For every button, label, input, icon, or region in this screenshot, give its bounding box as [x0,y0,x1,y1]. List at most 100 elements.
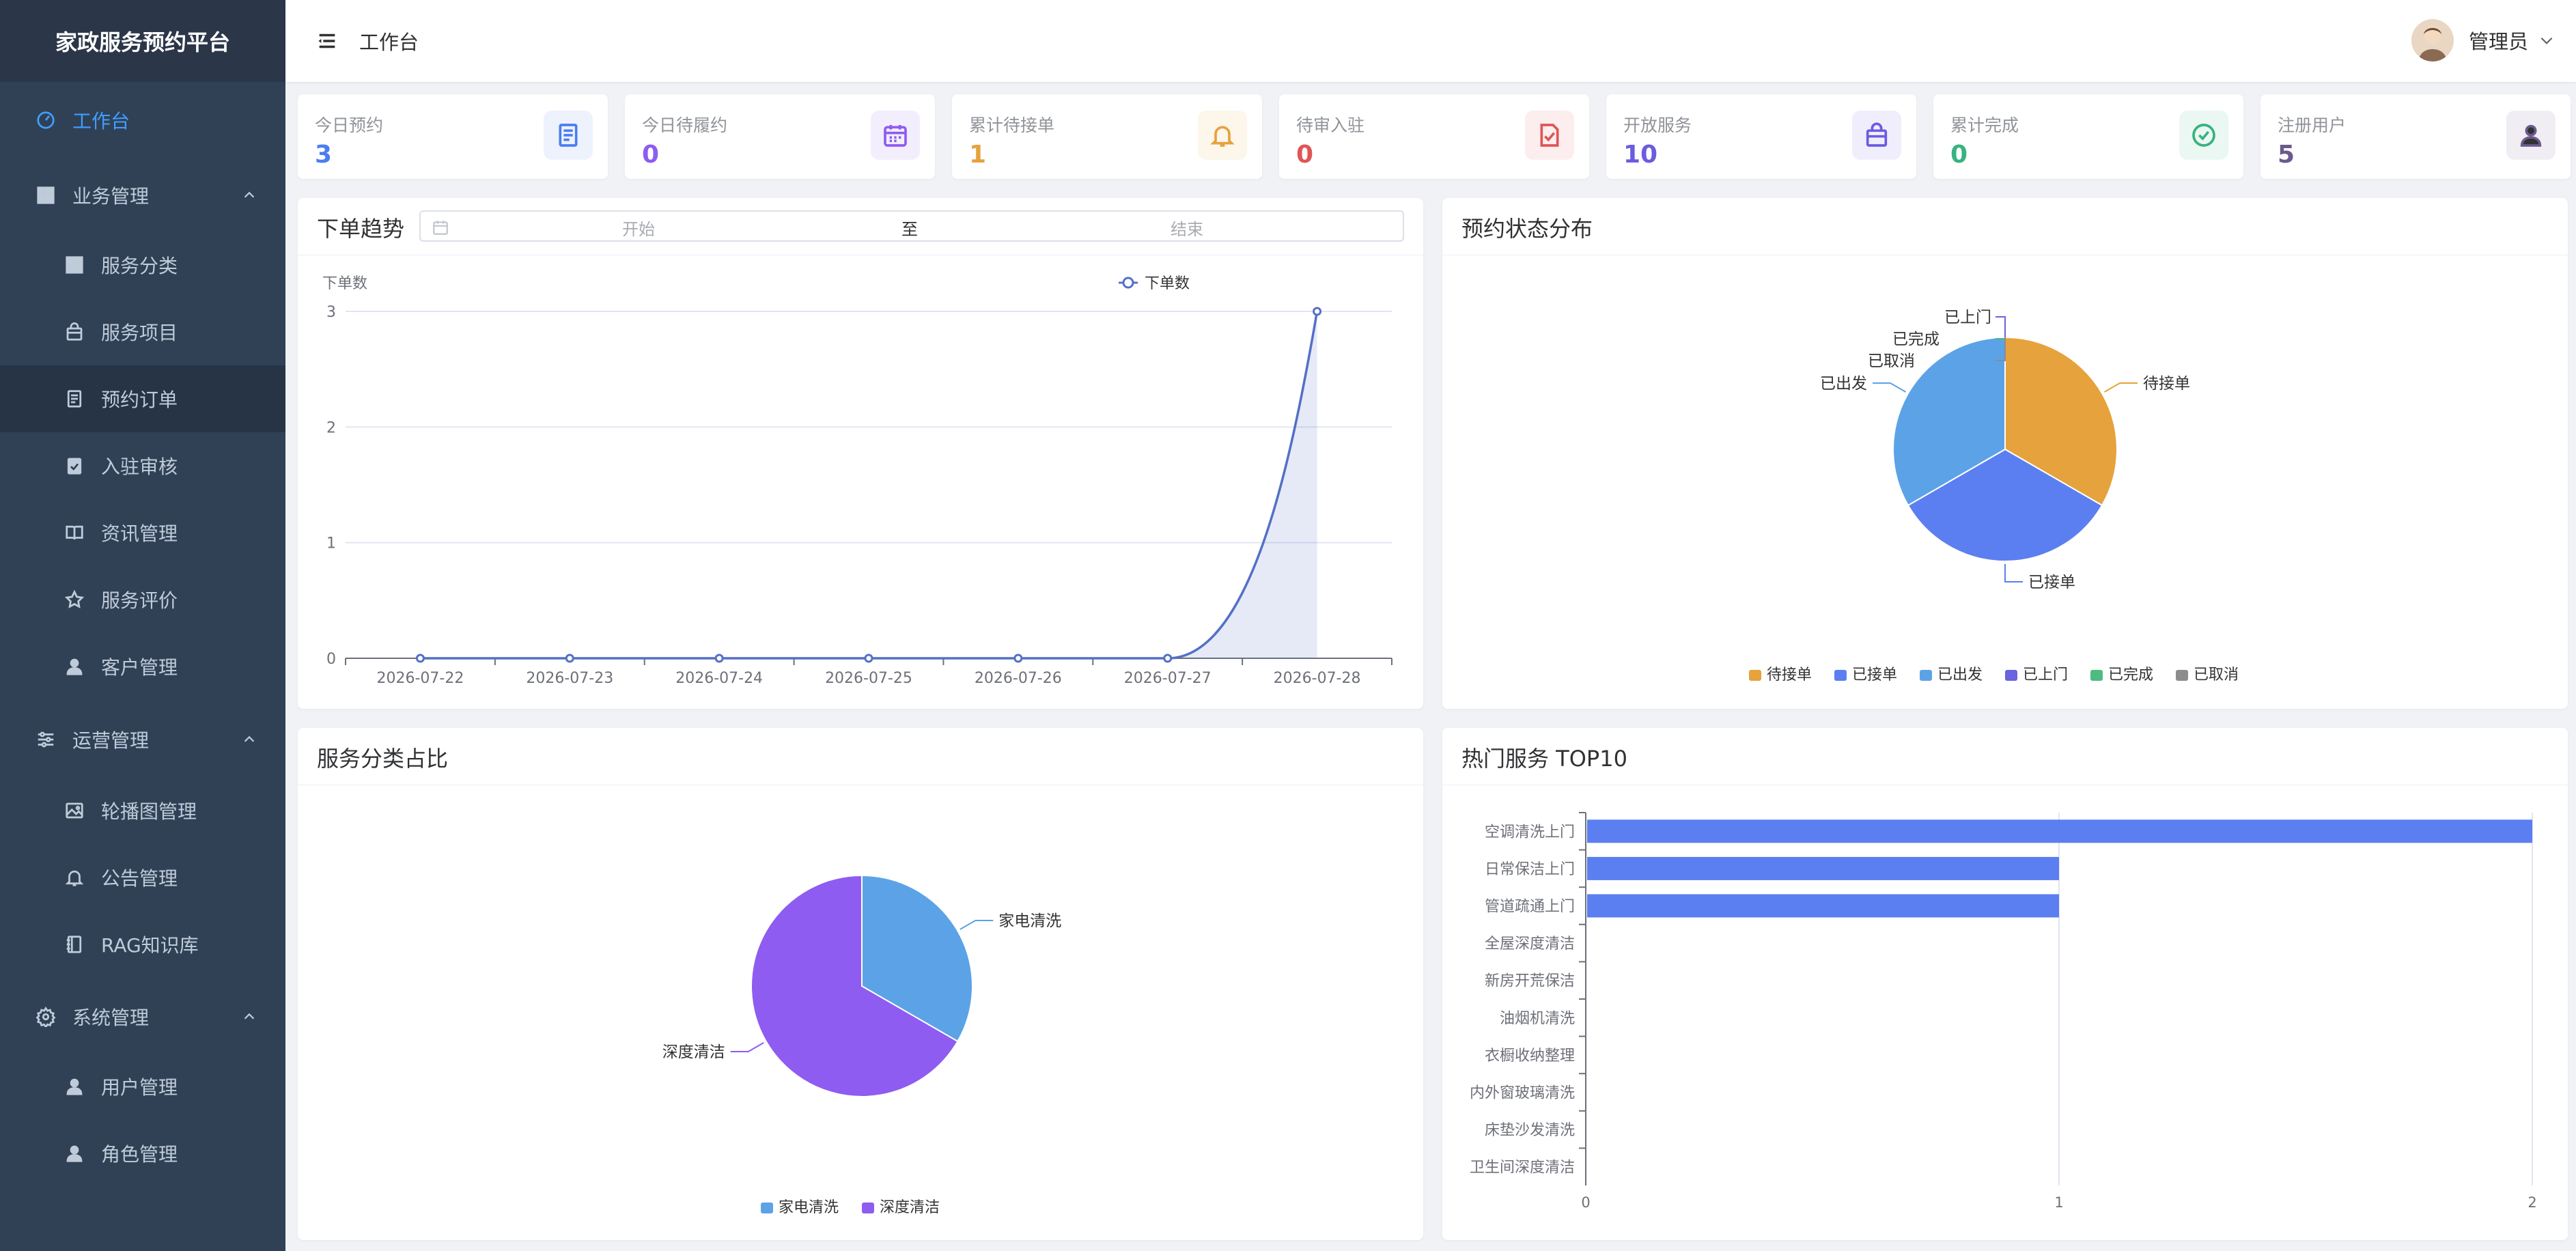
legend-label[interactable]: 下单数 [1145,275,1190,292]
y-tick-label: 管道疏通上门 [1485,899,1575,916]
user-name[interactable]: 管理员 [2469,26,2528,55]
sidebar-item-1[interactable]: 业务管理 [0,162,285,229]
stat-value: 1 [969,141,987,169]
status-pie-chart: 待接单已接单已出发已上门已完成已取消待接单 已接单 已出发 已上门 已完成 已取消 [1749,309,2239,684]
data-point[interactable] [1163,653,1173,663]
sidebar-item-label: 工作台 [72,110,130,132]
y-tick-label: 空调清洗上门 [1485,824,1575,841]
legend-label[interactable]: 已取消 [2194,666,2239,684]
legend-label[interactable]: 已接单 [1852,666,1897,684]
label-line [2103,382,2138,393]
category-pie-chart: 家电清洗深度清洁家电清洗 深度清洁 [662,874,1061,1216]
sidebar: 家政服务预约平台 工作台 业务管理 服务分类 服务项目 预约订单 入驻审核 资讯管理 服务评价… [0,0,285,1251]
hamburger-icon[interactable] [316,29,339,53]
breadcrumb[interactable]: 工作台 [359,27,419,55]
top10-title: 热门服务 TOP10 [1461,746,1627,772]
sidebar-item-5[interactable]: 入驻审核 [0,432,285,499]
sidebar-item-0[interactable]: 工作台 [0,87,285,154]
pie-label: 已完成 [1892,331,1940,348]
bar[interactable] [1587,894,2059,918]
legend-label[interactable]: 待接单 [1767,666,1812,684]
sidebar-item-8[interactable]: 客户管理 [0,633,285,700]
image-icon [63,799,86,822]
sidebar-item-label: 服务分类 [101,255,178,277]
sidebar-item-label: 服务项目 [101,322,178,344]
panel-header [1442,198,2568,255]
chevron-down-icon[interactable] [2538,31,2556,49]
legend-swatch [1834,670,1847,681]
sidebar-item-3[interactable]: 服务项目 [0,298,285,365]
sidebar-item-label: 业务管理 [72,185,150,208]
legend-label[interactable]: 已完成 [2108,666,2153,684]
dashboard-icon [34,109,57,132]
bar[interactable] [1587,856,2059,880]
y-axis-label: 下单数 [322,275,367,292]
series-line [420,311,1319,660]
sidebar-item-11[interactable]: 公告管理 [0,844,285,911]
data-point[interactable] [565,653,574,663]
sidebar-item-14[interactable]: 用户管理 [0,1053,285,1120]
panel-header [298,728,1423,785]
legend-swatch [862,1203,874,1213]
x-tick-label: 2026-07-25 [825,670,912,687]
chevron-up-icon[interactable] [242,1009,257,1024]
sidebar-item-label: 客户管理 [101,656,178,679]
sidebar-item-13[interactable]: 系统管理 [0,983,285,1050]
sidebar-item-4[interactable]: 预约订单 [0,365,285,432]
date-separator: 至 [901,220,918,239]
stat-card: 今日预约 3 [298,94,608,179]
sidebar-item-label: 运营管理 [72,729,150,752]
sidebar-item-15[interactable]: 角色管理 [0,1120,285,1187]
legend-swatch [1920,670,1932,681]
data-point[interactable] [1013,653,1023,663]
data-point[interactable] [415,653,425,663]
stat-label: 今日待履约 [642,115,728,135]
date-end-input[interactable]: 结束 [1171,216,1203,240]
legend-label[interactable]: 已出发 [1937,666,1983,684]
check-circle-icon [2179,111,2228,160]
sidebar-item-label: 系统管理 [72,1007,150,1029]
pie-label: 已上门 [1944,309,1991,326]
x-tick-label: 2026-07-22 [376,670,464,687]
avatar[interactable] [2411,19,2454,61]
legend-label[interactable]: 深度清洁 [880,1199,940,1216]
y-tick-label: 1 [326,535,336,552]
sidebar-item-label: 用户管理 [101,1076,178,1099]
sidebar-item-9[interactable]: 运营管理 [0,706,285,773]
clipboard-icon [63,454,86,477]
sidebar-item-7[interactable]: 服务评价 [0,566,285,633]
date-range-picker[interactable]: 开始 至 结束 [419,210,1404,242]
legend-marker [1122,277,1134,289]
data-point[interactable] [1313,307,1322,316]
bar[interactable] [1587,819,2532,843]
sidebar-item-12[interactable]: RAG知识库 [0,911,285,978]
stat-label: 待审入驻 [1296,115,1365,135]
y-tick-label: 衣橱收纳整理 [1485,1048,1575,1065]
date-start-input[interactable]: 开始 [622,216,655,240]
stat-label: 开放服务 [1623,115,1692,135]
trend-title: 下单趋势 [317,216,405,242]
legend-label[interactable]: 已上门 [2023,666,2068,684]
calendar-icon [433,221,448,235]
pie-label: 深度清洁 [662,1043,725,1061]
user-menu[interactable]: 管理员 [2411,19,2556,61]
sidebar-item-6[interactable]: 资讯管理 [0,499,285,566]
notebook-icon [63,933,86,956]
document-icon [544,111,593,160]
legend-label[interactable]: 家电清洗 [779,1199,839,1216]
sidebar-item-10[interactable]: 轮播图管理 [0,777,285,844]
x-tick-label: 2026-07-28 [1274,670,1361,687]
data-point[interactable] [714,653,724,663]
sidebar-item-2[interactable]: 服务分类 [0,231,285,298]
chevron-up-icon[interactable] [242,188,257,203]
y-tick-label: 日常保洁上门 [1485,861,1575,878]
book-icon [63,521,86,544]
sidebar-item-label: 角色管理 [101,1143,178,1166]
stat-value: 3 [315,141,333,169]
document-icon [63,387,86,410]
star-icon [63,588,86,611]
stat-label: 注册用户 [2278,115,2347,135]
stat-value: 0 [1950,141,1968,169]
data-point[interactable] [864,653,873,663]
chevron-up-icon[interactable] [242,732,257,747]
